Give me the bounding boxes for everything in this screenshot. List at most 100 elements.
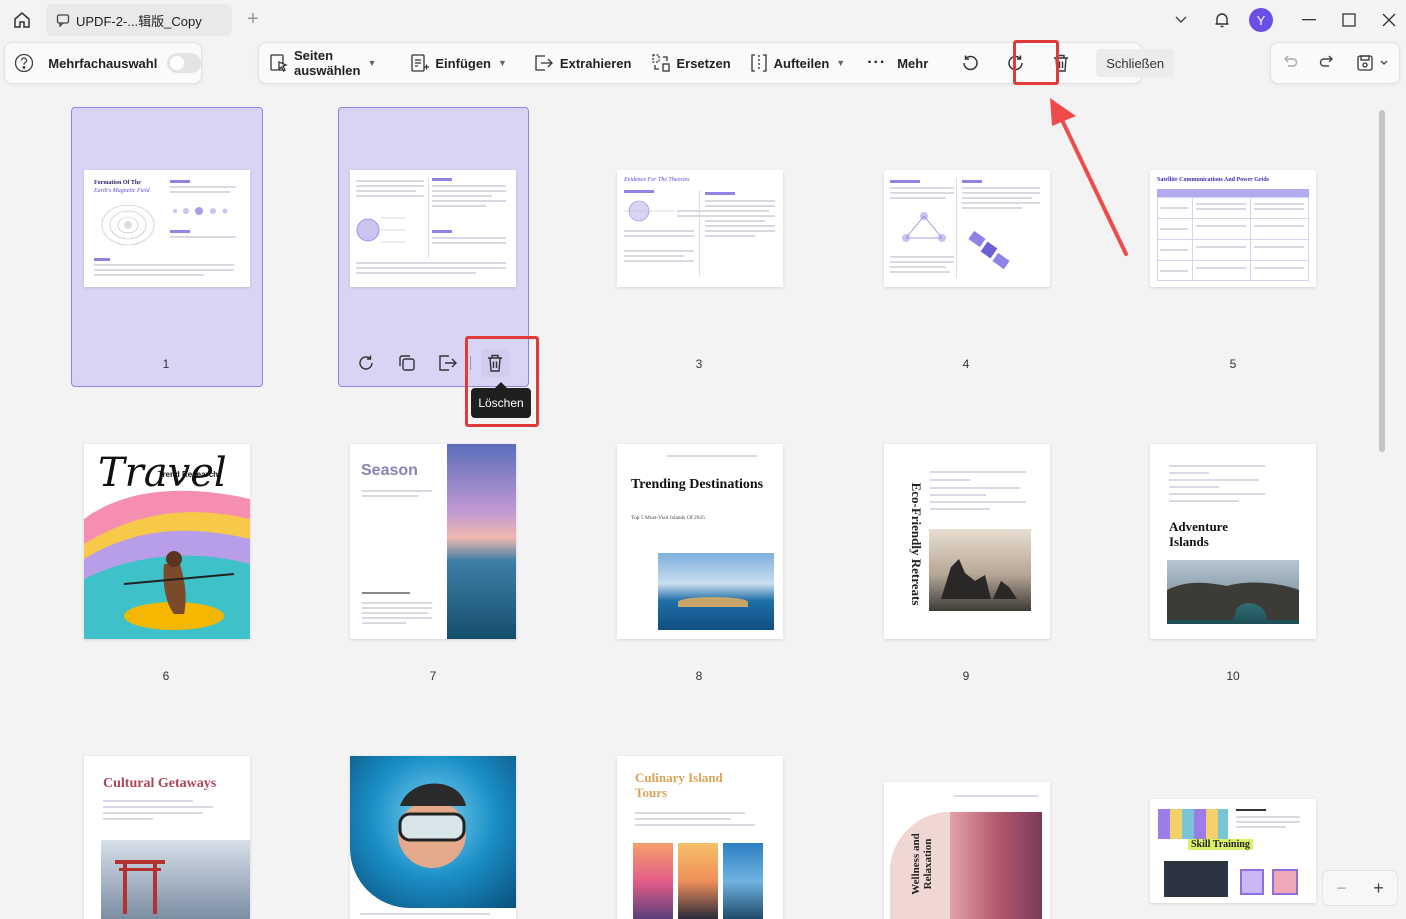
page-card-3[interactable]: Evidence For The Theories bbox=[617, 170, 783, 287]
minimize-icon[interactable] bbox=[1298, 0, 1320, 40]
page-delete-highlight bbox=[465, 336, 539, 427]
title-bar: UPDF-2-...辑版_Copy + Y bbox=[0, 0, 1406, 40]
comment-icon bbox=[56, 14, 70, 27]
page-card-8[interactable]: Trending Destinations Top 5 Must-Visit I… bbox=[617, 444, 783, 639]
page-6-subtitle: Trend Research bbox=[158, 470, 219, 479]
page-8-title: Trending Destinations bbox=[631, 477, 764, 492]
split-label: Aufteilen bbox=[773, 55, 830, 71]
select-pages-button[interactable]: Seiten auswählen ▼ bbox=[263, 47, 382, 79]
page-card-7[interactable]: Season bbox=[350, 444, 516, 639]
vertical-scrollbar[interactable] bbox=[1379, 110, 1385, 452]
page-card-10[interactable]: Adventure Islands bbox=[1150, 444, 1316, 639]
illustration bbox=[624, 200, 674, 222]
page-card-6[interactable]: Travel Trend Research bbox=[84, 444, 250, 639]
chevron-down-icon: ▼ bbox=[836, 58, 846, 68]
page-card-4[interactable] bbox=[884, 170, 1050, 287]
page-card-15[interactable]: Skill Training bbox=[1150, 799, 1316, 903]
collage-photo bbox=[1158, 809, 1228, 839]
chevron-down-icon[interactable] bbox=[1170, 0, 1192, 40]
multi-select-group: Mehrfachauswahl bbox=[4, 42, 202, 84]
zoom-in-icon[interactable]: + bbox=[1373, 878, 1384, 899]
page-card-14[interactable]: Wellness and Relaxation bbox=[884, 782, 1050, 919]
diagram-illustration bbox=[356, 217, 406, 243]
page-card-5[interactable]: Satellite Communications And Power Grids bbox=[1150, 170, 1316, 287]
page-8-subtitle: Top 5 Must-Visit Islands Of 2025 bbox=[631, 515, 705, 521]
close-organize-button[interactable]: Schließen bbox=[1096, 49, 1175, 77]
save-icon bbox=[1357, 55, 1373, 71]
duplicate-page-icon[interactable] bbox=[393, 349, 421, 377]
page-7-title: Season bbox=[361, 462, 418, 479]
page-9-title: Eco-Friendly Retreats bbox=[909, 482, 924, 606]
photo-tile-1 bbox=[1240, 869, 1264, 895]
help-icon[interactable] bbox=[13, 51, 34, 75]
home-icon[interactable] bbox=[10, 8, 34, 32]
more-dots-icon: ··· bbox=[867, 54, 887, 71]
rotate-left-icon bbox=[963, 55, 978, 71]
extract-page-icon[interactable] bbox=[434, 349, 462, 377]
rotate-left-button[interactable] bbox=[954, 47, 986, 79]
page-10-title: Adventure Islands bbox=[1169, 519, 1228, 549]
save-menu[interactable] bbox=[1356, 54, 1388, 72]
close-window-icon[interactable] bbox=[1378, 0, 1400, 40]
page-number-9: 9 bbox=[962, 669, 970, 683]
page-card-12[interactable] bbox=[350, 756, 516, 919]
split-button[interactable]: Aufteilen ▼ bbox=[743, 47, 852, 79]
multi-select-toggle[interactable] bbox=[167, 53, 201, 73]
cursor-select-icon bbox=[270, 54, 288, 72]
add-tab-icon[interactable]: + bbox=[244, 9, 262, 29]
extract-icon bbox=[535, 55, 553, 71]
chalkboard-photo bbox=[1164, 861, 1228, 897]
page-number-3: 3 bbox=[695, 357, 703, 371]
extract-label: Extrahieren bbox=[559, 55, 632, 71]
insert-label: Einfügen bbox=[435, 55, 491, 71]
document-tab-title: UPDF-2-...辑版_Copy bbox=[76, 13, 202, 29]
replace-button[interactable]: Ersetzen bbox=[645, 47, 736, 79]
insert-page-icon bbox=[411, 54, 430, 72]
avatar-letter: Y bbox=[1249, 8, 1273, 32]
page-card-1[interactable]: Formation Of The Earth's Magnetic Field bbox=[84, 170, 250, 287]
page-card-13[interactable]: Culinary Island Tours bbox=[617, 756, 783, 919]
page-number-10: 10 bbox=[1226, 669, 1240, 683]
page-card-2[interactable] bbox=[350, 170, 516, 287]
page-number-1: 1 bbox=[162, 357, 170, 371]
insert-button[interactable]: Einfügen ▼ bbox=[404, 47, 513, 79]
multi-select-label: Mehrfachauswahl bbox=[48, 55, 158, 71]
more-button[interactable]: ··· Mehr bbox=[861, 47, 934, 79]
rock-photo bbox=[929, 529, 1031, 611]
chevron-down-icon: ▼ bbox=[498, 58, 507, 68]
page-number-7: 7 bbox=[429, 669, 437, 683]
history-group bbox=[1270, 42, 1400, 84]
page-card-9[interactable]: Eco-Friendly Retreats bbox=[884, 444, 1050, 639]
sunset-photo-2 bbox=[678, 843, 718, 919]
page-14-title: Wellness and Relaxation bbox=[910, 833, 934, 895]
page-number-6: 6 bbox=[162, 669, 170, 683]
zoom-controls: − + bbox=[1322, 870, 1398, 906]
rotate-page-icon[interactable] bbox=[352, 349, 380, 377]
torii-gate-photo bbox=[101, 840, 250, 919]
rock-arch-photo bbox=[1167, 560, 1299, 624]
magnetic-field-illustration bbox=[101, 204, 155, 246]
extract-button[interactable]: Extrahieren bbox=[527, 47, 638, 79]
page-13-title: Culinary Island Tours bbox=[635, 770, 723, 800]
maximize-icon[interactable] bbox=[1338, 0, 1360, 40]
redo-icon[interactable] bbox=[1319, 54, 1335, 73]
ocean-photo bbox=[447, 444, 516, 639]
network-diagram bbox=[902, 212, 946, 242]
page-number-5: 5 bbox=[1229, 357, 1237, 371]
undo-icon[interactable] bbox=[1282, 54, 1298, 73]
document-tab[interactable]: UPDF-2-...辑版_Copy bbox=[46, 4, 232, 36]
bell-icon[interactable] bbox=[1210, 0, 1234, 40]
page-tools-toolbar: Seiten auswählen ▼ Einfügen ▼ Extrahiere… bbox=[258, 42, 1175, 84]
dots-illustration bbox=[173, 207, 228, 215]
zoom-out-icon[interactable]: − bbox=[1336, 878, 1347, 899]
page-1-subtitle: Earth's Magnetic Field bbox=[94, 188, 150, 194]
island-photo bbox=[658, 553, 774, 630]
page-5-title: Satellite Communications And Power Grids bbox=[1157, 177, 1269, 183]
user-avatar[interactable]: Y bbox=[1248, 0, 1274, 40]
chevron-down-icon: ▼ bbox=[367, 58, 377, 68]
replace-icon bbox=[652, 54, 671, 72]
page-1-title: Formation Of The bbox=[94, 180, 141, 186]
page-number-8: 8 bbox=[695, 669, 703, 683]
replace-label: Ersetzen bbox=[676, 55, 731, 71]
page-card-11[interactable]: Cultural Getaways bbox=[84, 756, 250, 919]
